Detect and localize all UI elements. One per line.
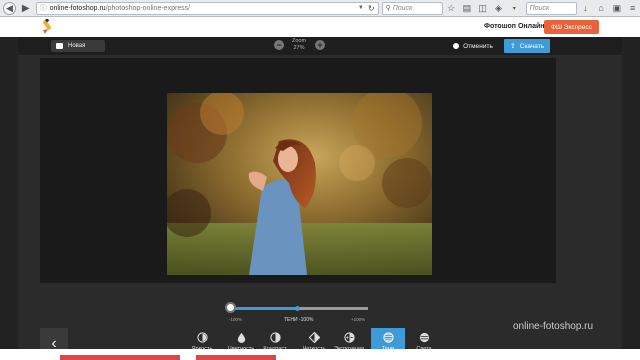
slider-max-label: +100% — [351, 317, 366, 322]
page: Фотошоп Онлайн ФШ Экспресс Новая − Zoom … — [0, 17, 640, 360]
slider-center-marker — [295, 306, 300, 311]
site-logo-icon[interactable] — [40, 19, 56, 35]
search-input[interactable]: ⚲ Поиск — [381, 1, 443, 15]
canvas-area — [40, 58, 556, 283]
screen: ◀ ▶ ⓘ online-fotoshop.ru /photoshop-onli… — [0, 0, 640, 360]
sharpness-icon — [308, 332, 320, 343]
download-label: Скачать — [519, 42, 545, 50]
zoom-value: 27% — [293, 45, 305, 51]
search-placeholder-2: Поиск — [529, 4, 550, 12]
addon-icon[interactable]: ◈ — [491, 2, 506, 15]
saturation-icon — [237, 332, 245, 343]
download-button[interactable]: ⇪ Скачать — [504, 39, 550, 53]
browser-toolbar: ◀ ▶ ⓘ online-fotoshop.ru /photoshop-onli… — [0, 0, 640, 17]
pocket-icon[interactable]: ◫ — [475, 2, 490, 15]
search-placeholder: Поиск — [392, 4, 413, 12]
slider-handle[interactable] — [224, 302, 236, 313]
zoom-in-icon[interactable]: + — [315, 40, 325, 50]
watermark: online-fotoshop.ru — [513, 321, 594, 332]
forward-icon[interactable]: ▶ — [19, 1, 33, 15]
bookmark-star-icon[interactable]: ☆ — [444, 2, 459, 15]
adjustment-slider: -100% ТЕНИ -100% +100% — [18, 283, 622, 323]
search-input-2[interactable]: Поиск — [525, 1, 577, 15]
undo-icon — [453, 43, 460, 49]
url-host: online-fotoshop.ru — [49, 4, 106, 12]
slider-value-label: ТЕНИ -100% — [284, 317, 314, 323]
editor-toolbar: Новая − Zoom 27% + Отменить ⇪ Скачать — [18, 37, 622, 55]
zoom-readout: Zoom 27% — [286, 38, 312, 52]
upload-icon: ⇪ — [509, 43, 516, 50]
contrast-icon — [269, 332, 281, 343]
shadows-icon — [382, 332, 394, 343]
new-image-button[interactable]: Новая — [51, 40, 105, 52]
slider-fill — [230, 307, 299, 310]
search-icon: ⚲ — [385, 5, 391, 12]
photo-canvas[interactable] — [167, 93, 432, 275]
partial-heading-image — [60, 355, 276, 360]
home-icon[interactable]: ⌂ — [594, 2, 609, 15]
url-dropdown-icon[interactable]: ▼ — [358, 5, 364, 11]
cancel-label: Отменить — [463, 42, 493, 50]
express-button[interactable]: ФШ Экспресс — [544, 20, 599, 34]
undo-button[interactable]: Отменить — [448, 40, 498, 52]
url-path: /photoshop-online-express/ — [105, 4, 191, 12]
menu-icon[interactable]: ≡ — [625, 2, 640, 15]
download-icon[interactable]: ↓ — [578, 2, 593, 15]
site-title[interactable]: Фотошоп Онлайн — [484, 23, 545, 30]
page-info-icon[interactable]: ⓘ — [40, 3, 47, 13]
new-label: Новая — [68, 43, 86, 49]
highlights-icon — [419, 332, 429, 343]
zoom-out-icon[interactable]: − — [274, 40, 284, 50]
brightness-icon — [196, 332, 208, 343]
partial-page-content — [0, 349, 640, 360]
address-bar[interactable]: ⓘ online-fotoshop.ru /photoshop-online-e… — [35, 1, 379, 15]
back-icon[interactable]: ◀ — [3, 1, 16, 15]
reading-list-icon[interactable]: ▤ — [460, 2, 475, 15]
addon-dropdown-icon[interactable]: ▾ — [507, 2, 522, 15]
photo-image — [167, 93, 432, 275]
site-header: Фотошоп Онлайн ФШ Экспресс — [0, 17, 640, 37]
slider-min-label: -100% — [229, 317, 243, 322]
exposure-icon — [343, 332, 355, 343]
reload-icon[interactable]: ↻ — [368, 4, 375, 13]
editor: Новая − Zoom 27% + Отменить ⇪ Скачать -1… — [18, 37, 622, 360]
image-icon — [56, 43, 63, 49]
zoom-label: Zoom — [291, 38, 307, 44]
addon-icon-2[interactable]: ▣ — [609, 2, 624, 15]
